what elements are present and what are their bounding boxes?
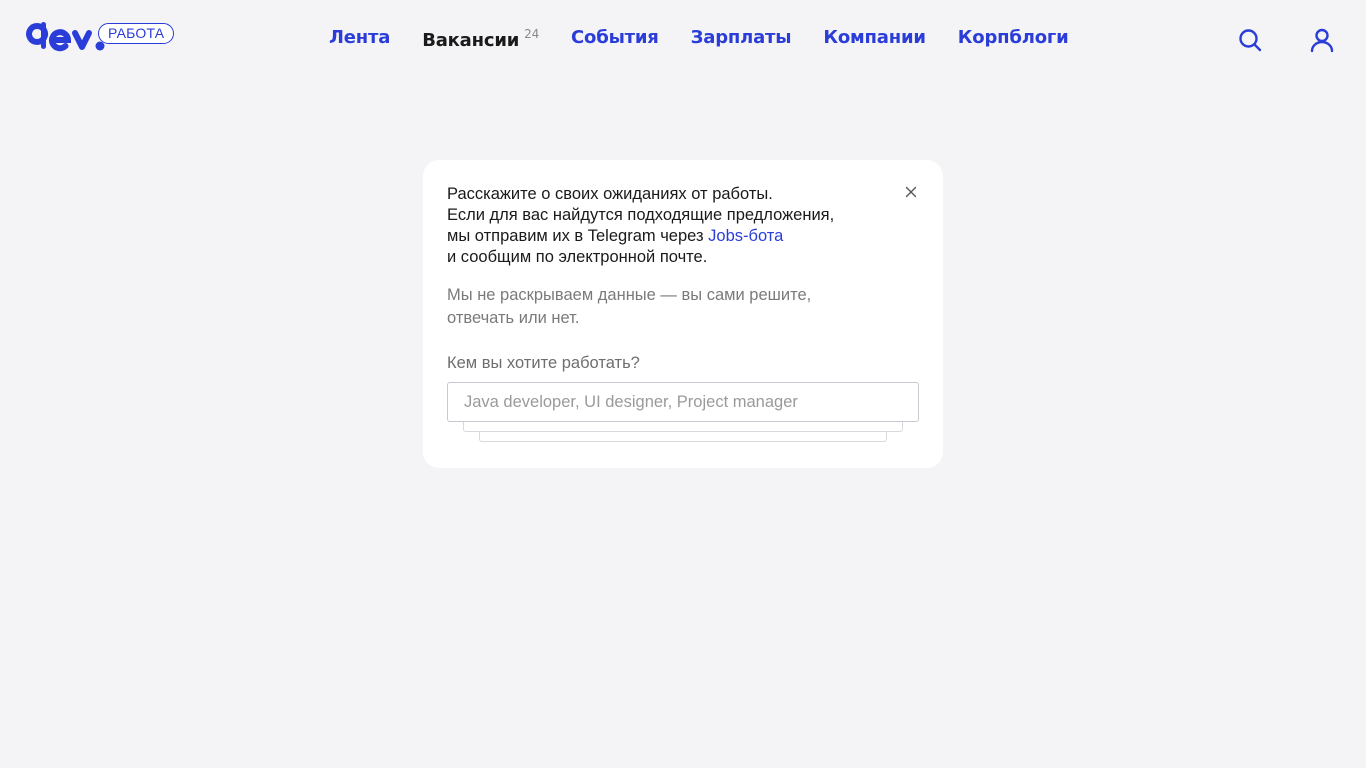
job-expectations-card: Расскажите о своих ожиданиях от работы. … (423, 160, 943, 468)
privacy-note: Мы не раскрываем данные — вы сами решите… (447, 286, 812, 327)
nav-item-corpblogs[interactable]: Корпблоги (958, 27, 1069, 48)
intro-line: и сообщим по электронной почте. (447, 248, 708, 266)
nav-item-label: Компании (823, 27, 926, 48)
intro-text: Расскажите о своих ожиданиях от работы. … (447, 184, 887, 268)
nav-item-events[interactable]: События (571, 27, 659, 48)
main-nav: Лента Вакансии 24 События Зарплаты Компан… (329, 27, 1101, 51)
site-header: РАБОТА Лента Вакансии 24 События Зарплаты… (0, 0, 1366, 78)
nav-item-feed[interactable]: Лента (329, 27, 390, 48)
close-icon[interactable] (904, 184, 918, 198)
desired-role-input[interactable] (447, 382, 919, 422)
nav-item-label: Лента (329, 27, 391, 48)
jobs-bot-link[interactable]: Jobs-бота (708, 227, 783, 245)
dev-logo-icon (26, 22, 105, 52)
nav-item-salaries[interactable]: Зарплаты (691, 27, 792, 48)
logo-badge: РАБОТА (98, 23, 175, 44)
intro-line: Расскажите о своих ожиданиях от работы. (447, 185, 773, 203)
vacancies-count: 24 (524, 27, 540, 41)
question-label: Кем вы хотите работать? (447, 354, 640, 372)
search-icon[interactable] (1237, 27, 1263, 53)
nav-item-vacancies[interactable]: Вакансии 24 (422, 27, 539, 51)
dev-logo[interactable] (24, 18, 106, 54)
intro-line: Если для вас найдутся подходящие предлож… (447, 206, 835, 224)
nav-item-label: Корпблоги (957, 27, 1069, 48)
nav-item-companies[interactable]: Компании (823, 27, 926, 48)
nav-item-label: Зарплаты (690, 27, 792, 48)
intro-line: мы отправим их в Telegram через (447, 227, 704, 245)
nav-item-label: Вакансии (422, 30, 520, 51)
nav-item-label: События (571, 27, 659, 48)
user-icon[interactable] (1309, 27, 1335, 53)
